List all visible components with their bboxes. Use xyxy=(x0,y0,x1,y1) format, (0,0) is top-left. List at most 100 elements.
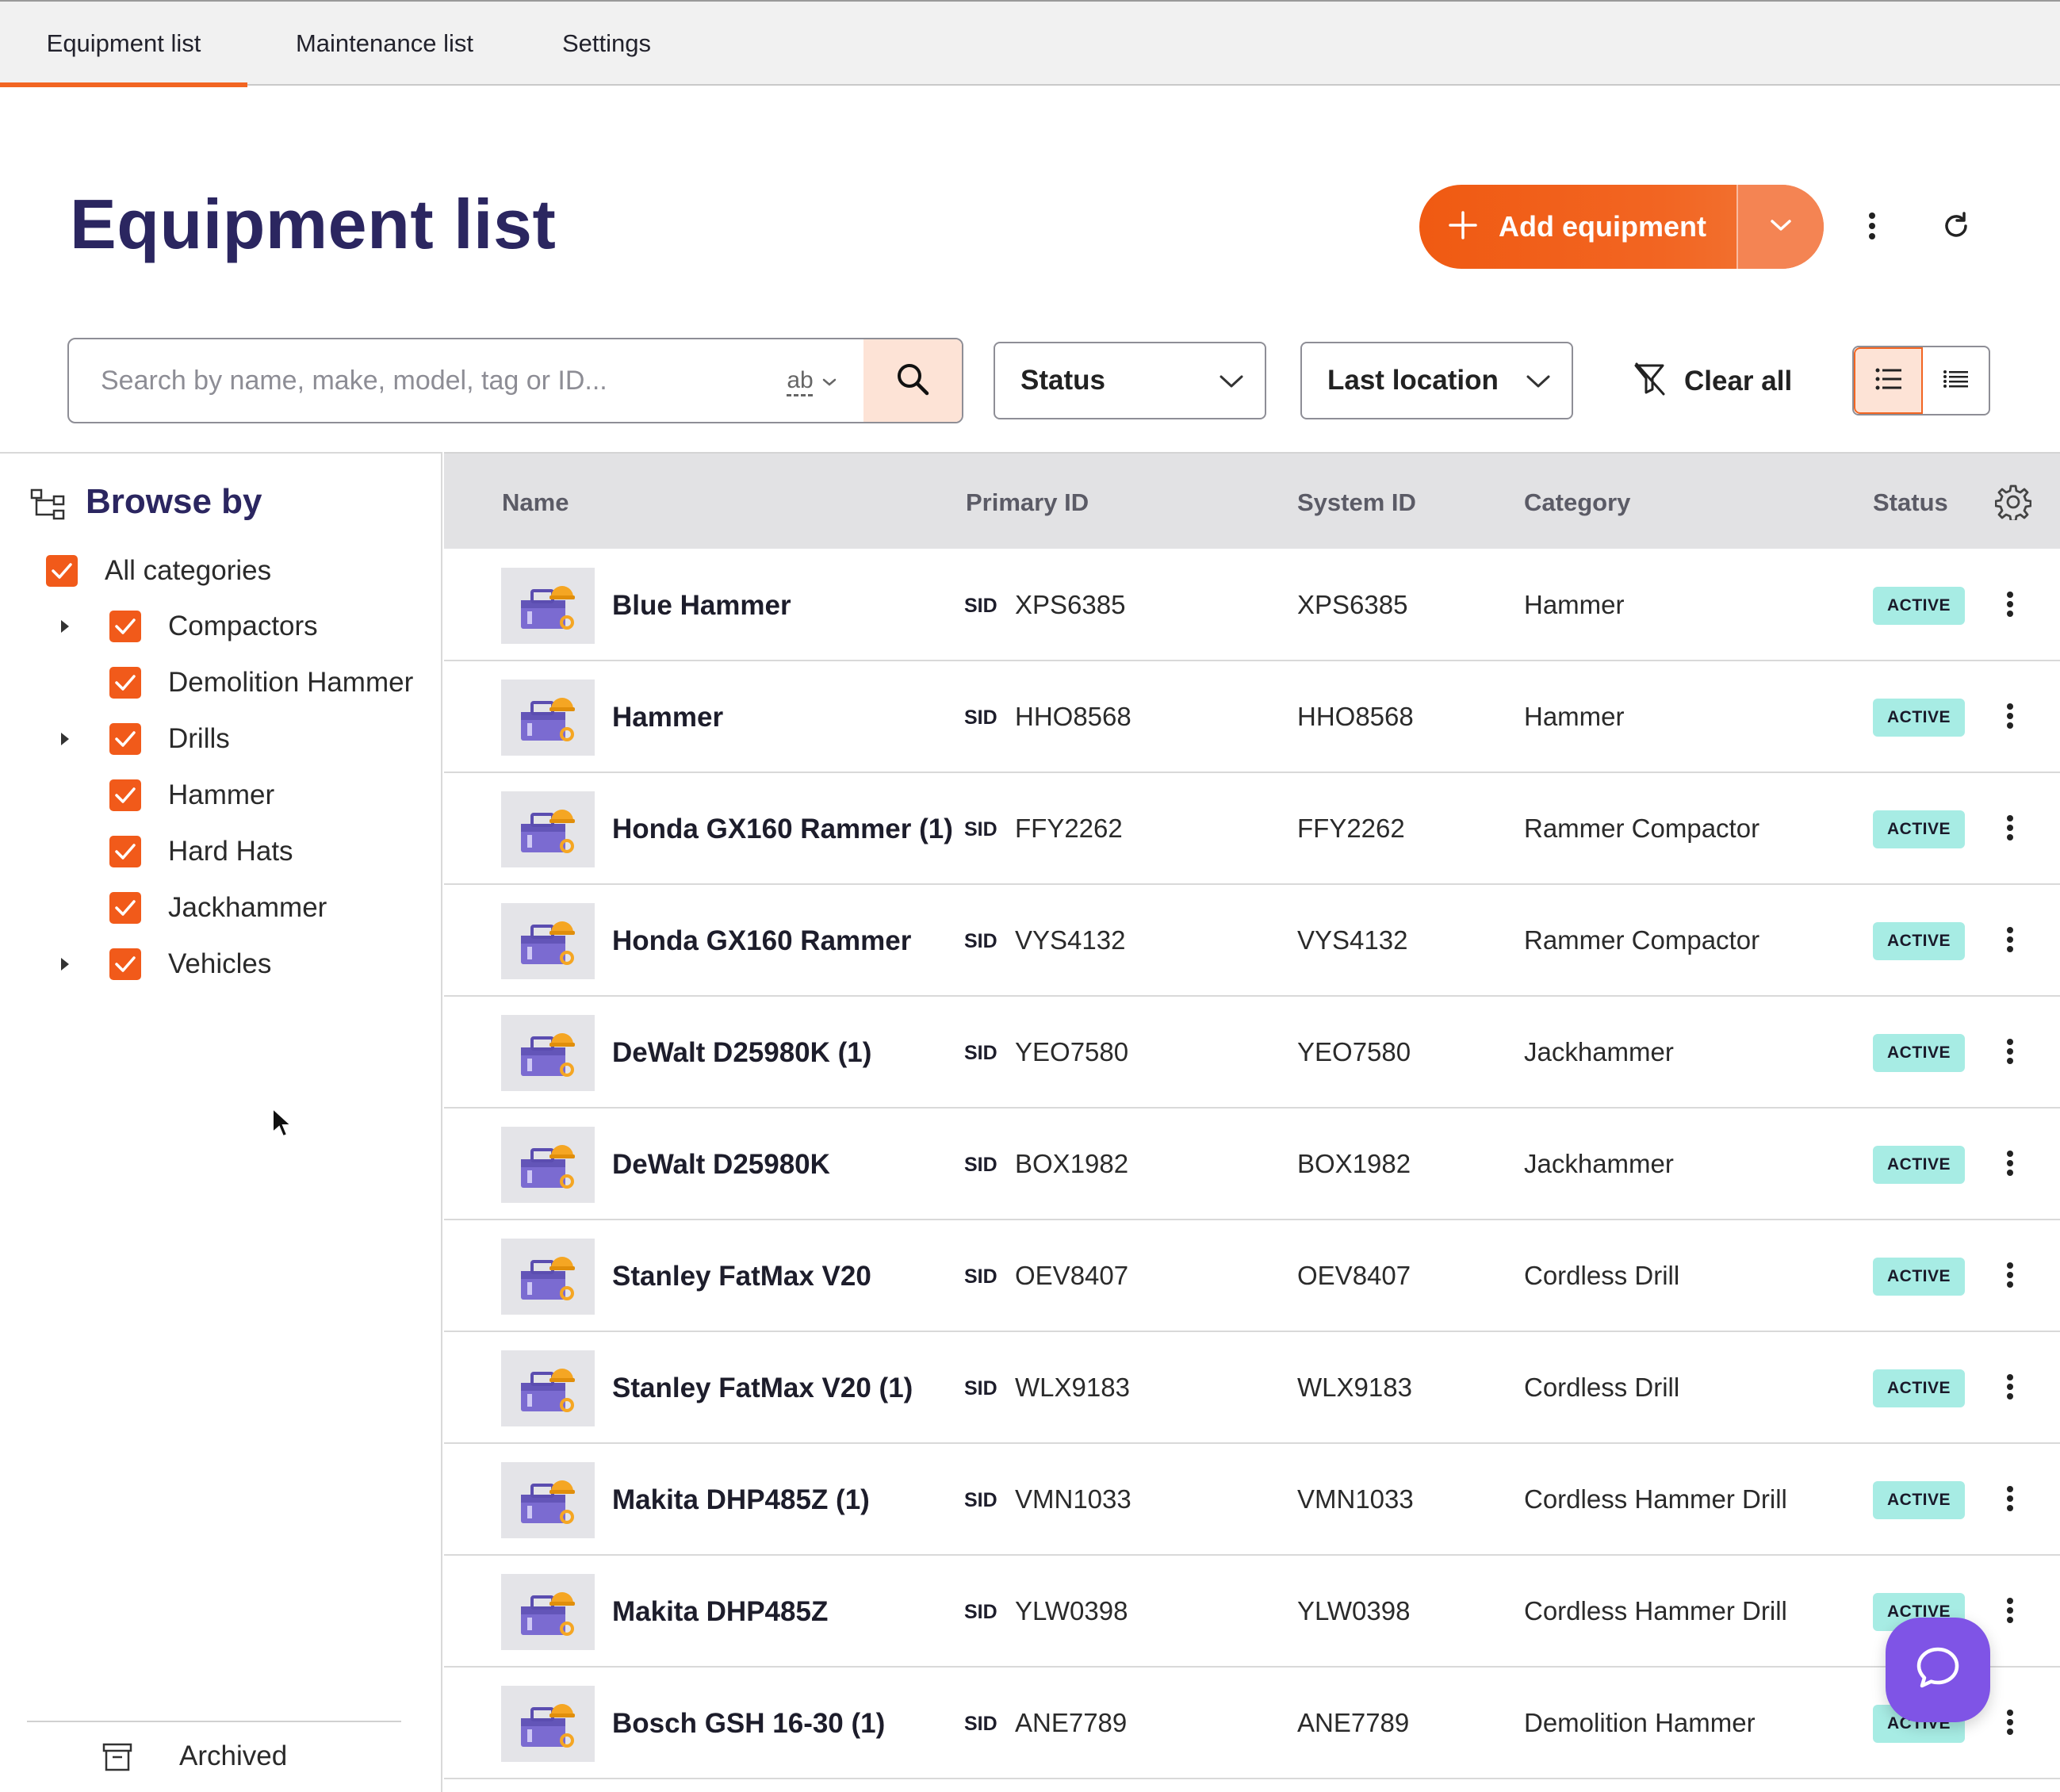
status-filter-dropdown[interactable]: Status xyxy=(994,342,1266,419)
equipment-name-link[interactable]: Blue Hammer xyxy=(612,549,961,661)
column-header-name[interactable]: Name xyxy=(502,488,569,517)
equipment-thumbnail-icon xyxy=(501,1127,595,1203)
kebab-icon xyxy=(2006,703,2014,733)
primary-id: YEO7580 xyxy=(1015,1037,1129,1066)
top-tab-bar: Equipment list Maintenance list Settings xyxy=(0,0,2060,87)
equipment-name-link[interactable]: Stanley FatMax V20 xyxy=(612,1220,961,1332)
column-header-status[interactable]: Status xyxy=(1873,488,1948,517)
checkbox-icon[interactable] xyxy=(109,667,141,699)
chevron-down-icon xyxy=(1526,365,1551,396)
row-actions-button[interactable] xyxy=(1998,1025,2022,1081)
system-id: OEV8407 xyxy=(1297,1261,1411,1290)
equipment-name-link[interactable]: Bosch GSH 16-30 (1) xyxy=(612,1668,961,1779)
column-header-primary-id[interactable]: Primary ID xyxy=(966,488,1089,517)
equipment-name-link[interactable]: Honda GX160 Rammer xyxy=(612,885,961,997)
category: Rammer Compactor xyxy=(1524,814,1760,843)
column-settings-button[interactable] xyxy=(1994,484,2032,524)
equipment-name-link[interactable]: Makita DHP485Z xyxy=(612,1556,961,1668)
row-actions-button[interactable] xyxy=(1998,1137,2022,1193)
table-row[interactable]: Honda GX160 Rammer (1) SID FFY2262 FFY2262 R… xyxy=(444,773,2060,885)
add-equipment-split-button: Add equipment xyxy=(1419,185,1824,269)
checkbox-icon[interactable] xyxy=(109,892,141,924)
checkbox-icon[interactable] xyxy=(109,836,141,867)
system-id: FFY2262 xyxy=(1297,814,1405,843)
table-row[interactable]: Makita DHP485Z (1) SID VMN1033 VMN1033 Cordl… xyxy=(444,1444,2060,1556)
more-options-button[interactable] xyxy=(1844,200,1900,255)
column-header-category[interactable]: Category xyxy=(1524,488,1630,517)
list-view-button[interactable] xyxy=(1854,347,1923,414)
equipment-thumbnail-icon xyxy=(501,791,595,867)
category-item[interactable]: Drills xyxy=(109,715,230,763)
last-location-filter-dropdown[interactable]: Last location xyxy=(1300,342,1573,419)
checkbox-icon[interactable] xyxy=(109,611,141,642)
category: Cordless Hammer Drill xyxy=(1524,1484,1787,1514)
row-actions-button[interactable] xyxy=(1998,578,2022,634)
equipment-name-link[interactable]: Hammer xyxy=(612,661,961,773)
row-actions-button[interactable] xyxy=(1998,1696,2022,1752)
search-mode-selector[interactable]: ab xyxy=(760,339,863,422)
add-options-dropdown-button[interactable] xyxy=(1736,185,1824,269)
page-title: Equipment list xyxy=(70,185,557,263)
sid-tag: SID xyxy=(964,930,997,952)
category-label: All categories xyxy=(105,555,272,586)
table-row[interactable]: Makita DHP485Z SID YLW0398 YLW0398 Cordless … xyxy=(444,1556,2060,1668)
tab-equipment-list[interactable]: Equipment list xyxy=(0,2,247,87)
row-actions-button[interactable] xyxy=(1998,1361,2022,1416)
table-row[interactable]: Bosch GSH 16-30 (1) SID ANE7789 ANE7789 Demo… xyxy=(444,1668,2060,1779)
category-item[interactable]: Compactors xyxy=(109,603,318,650)
category-item[interactable]: Demolition Hammer xyxy=(109,659,413,706)
tab-maintenance-list[interactable]: Maintenance list xyxy=(270,2,500,86)
table-row[interactable]: Stanley FatMax V20 (1) SID WLX9183 WLX9183 C… xyxy=(444,1332,2060,1444)
equipment-name-link[interactable]: DeWalt D25980K xyxy=(612,1109,961,1220)
equipment-name-link[interactable]: Makita DHP485Z (1) xyxy=(612,1444,961,1556)
checkbox-icon[interactable] xyxy=(109,948,141,980)
checkbox-icon[interactable] xyxy=(109,779,141,811)
browse-sidebar: Browse by All categories Compactors Demol… xyxy=(0,452,442,1792)
sid-tag: SID xyxy=(964,1377,997,1400)
system-id: ANE7789 xyxy=(1297,1708,1410,1737)
table-row[interactable]: Hammer SID HHO8568 HHO8568 Hammer ACTIVE xyxy=(444,661,2060,773)
clear-all-button[interactable]: Clear all xyxy=(1632,354,1792,409)
row-actions-button[interactable] xyxy=(1998,802,2022,857)
caret-right-icon[interactable] xyxy=(56,729,75,749)
table-row[interactable]: Stanley FatMax V20 SID OEV8407 OEV8407 Cordl… xyxy=(444,1220,2060,1332)
compact-list-view-button[interactable] xyxy=(1923,347,1989,414)
equipment-name-link[interactable]: Honda GX160 Rammer (1) xyxy=(612,773,961,885)
row-actions-button[interactable] xyxy=(1998,1472,2022,1528)
checkbox-icon[interactable] xyxy=(46,555,78,587)
caret-right-icon[interactable] xyxy=(56,955,75,974)
search-input[interactable] xyxy=(69,339,760,422)
checkbox-icon[interactable] xyxy=(109,723,141,755)
row-actions-button[interactable] xyxy=(1998,1584,2022,1640)
sid-tag: SID xyxy=(964,706,997,729)
category-label: Vehicles xyxy=(168,948,272,979)
category-item[interactable]: Hard Hats xyxy=(109,828,293,875)
table-row[interactable]: Honda GX160 Rammer SID VYS4132 VYS4132 Ramme… xyxy=(444,885,2060,997)
row-actions-button[interactable] xyxy=(1998,690,2022,745)
refresh-button[interactable] xyxy=(1928,200,1984,255)
row-actions-button[interactable] xyxy=(1998,1249,2022,1304)
table-row[interactable]: DeWalt D25980K SID BOX1982 BOX1982 Jackhamme… xyxy=(444,1109,2060,1220)
status-badge: ACTIVE xyxy=(1873,922,1965,960)
search-button[interactable] xyxy=(863,339,962,422)
tab-settings[interactable]: Settings xyxy=(539,2,674,86)
chat-support-button[interactable] xyxy=(1886,1618,1990,1722)
category-all[interactable]: All categories xyxy=(46,547,271,595)
browse-by-title: Browse by xyxy=(86,482,262,521)
table-row[interactable]: Blue Hammer SID XPS6385 XPS6385 Hammer ACTIVE xyxy=(444,549,2060,661)
archived-link[interactable]: Archived xyxy=(27,1721,401,1790)
column-header-system-id[interactable]: System ID xyxy=(1297,488,1416,517)
category-item[interactable]: Hammer xyxy=(109,772,274,819)
caret-right-icon[interactable] xyxy=(56,617,75,636)
add-equipment-button[interactable]: Add equipment xyxy=(1419,185,1736,269)
last-location-filter-label: Last location xyxy=(1327,365,1499,396)
row-actions-button[interactable] xyxy=(1998,913,2022,969)
equipment-name-link[interactable]: Stanley FatMax V20 (1) xyxy=(612,1332,961,1444)
sid-tag: SID xyxy=(964,1154,997,1176)
status-badge: ACTIVE xyxy=(1873,587,1965,625)
category: Hammer xyxy=(1524,590,1625,619)
category-item[interactable]: Vehicles xyxy=(109,940,271,988)
table-row[interactable]: DeWalt D25980K (1) SID YEO7580 YEO7580 Jackh… xyxy=(444,997,2060,1109)
category-item[interactable]: Jackhammer xyxy=(109,884,327,932)
equipment-name-link[interactable]: DeWalt D25980K (1) xyxy=(612,997,961,1109)
